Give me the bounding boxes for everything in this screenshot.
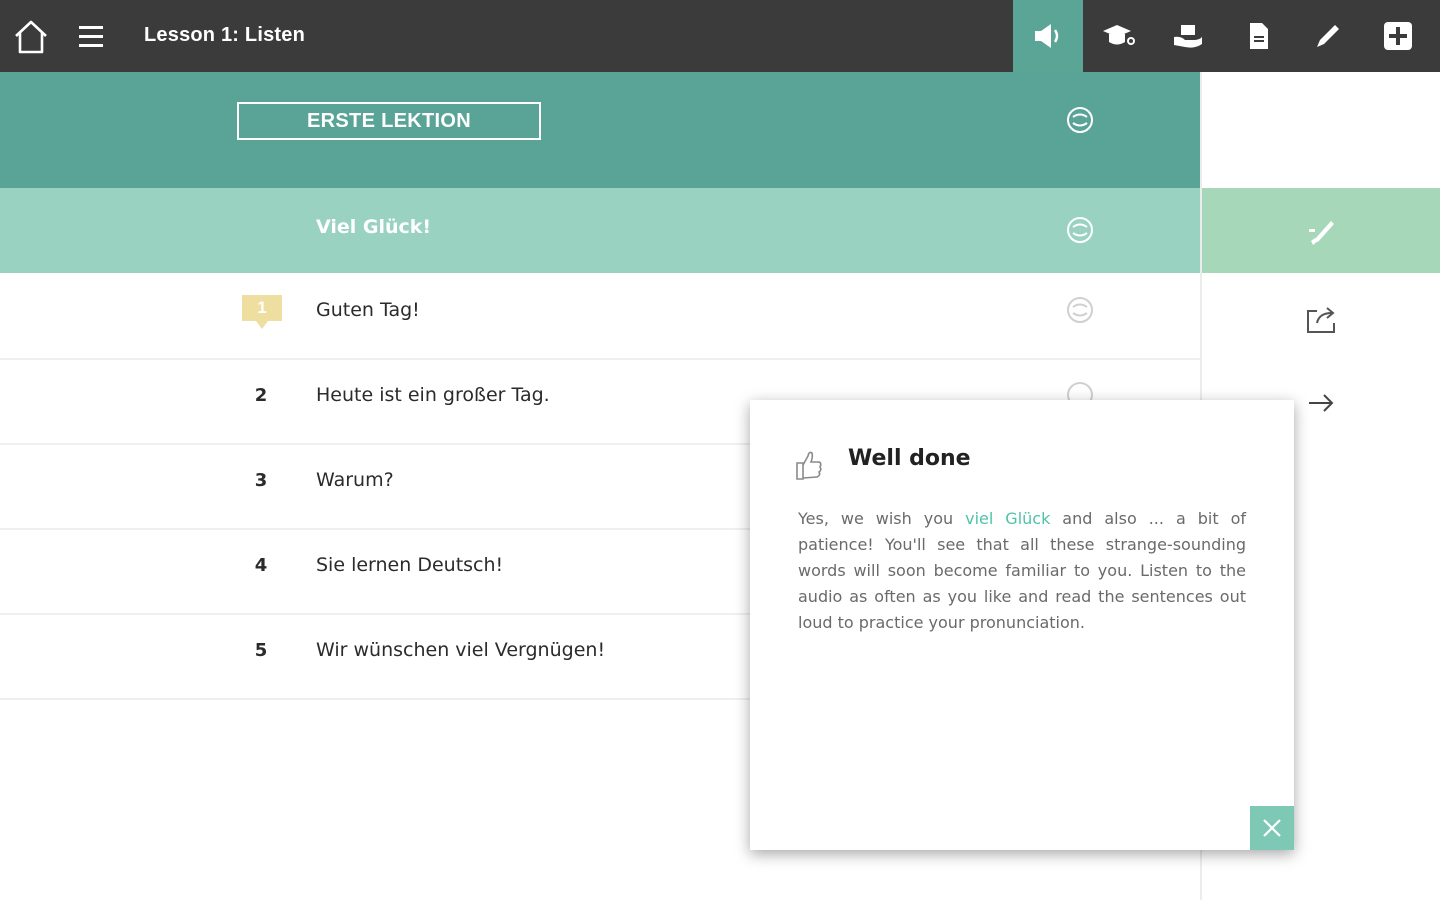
- hamburger-menu-icon[interactable]: [76, 22, 106, 52]
- plus-square-icon: [1384, 22, 1412, 50]
- audio-loop-icon[interactable]: [1064, 214, 1096, 246]
- graduation-cap-icon: [1103, 25, 1135, 45]
- course-button[interactable]: [1083, 0, 1153, 72]
- lesson-header: ERSTE LEKTION: [0, 72, 1200, 188]
- pencil-button[interactable]: [1293, 0, 1363, 72]
- sentence-text: Heute ist ein großer Tag.: [316, 384, 550, 406]
- sentence-row-highlighted[interactable]: Viel Glück!: [0, 188, 1200, 273]
- popup-message-text: Yes, we wish you: [798, 509, 966, 528]
- exercise-button[interactable]: [1153, 0, 1223, 72]
- speaker-button[interactable]: [1013, 0, 1083, 72]
- sentence-number: 2: [254, 385, 268, 406]
- thumbs-up-icon: [794, 448, 824, 482]
- sentence-text: Warum?: [316, 469, 394, 491]
- speaker-icon: [1035, 24, 1059, 48]
- sentence-number: 3: [254, 470, 268, 491]
- sentence-text: Viel Glück!: [316, 216, 432, 238]
- sentence-number: 4: [254, 555, 268, 576]
- audio-loop-icon[interactable]: [1064, 294, 1096, 326]
- document-button[interactable]: [1223, 0, 1293, 72]
- page-title: Lesson 1: Listen: [144, 24, 306, 46]
- sentence-text: Wir wünschen viel Vergnügen!: [316, 639, 606, 661]
- arrow-right-icon: [1309, 393, 1334, 412]
- pen-brush-icon: [1309, 220, 1334, 245]
- close-button[interactable]: [1250, 806, 1294, 850]
- document-icon: [1250, 23, 1268, 49]
- pencil-icon: [1317, 25, 1339, 47]
- lesson-title: ERSTE LEKTION: [237, 102, 541, 140]
- sentence-text: Guten Tag!: [316, 299, 420, 321]
- paint-mode-button[interactable]: [1202, 188, 1440, 273]
- home-icon[interactable]: [12, 18, 50, 56]
- audio-loop-icon[interactable]: [1064, 104, 1096, 136]
- add-button[interactable]: [1363, 0, 1433, 72]
- highlighted-phrase: viel Glück: [965, 509, 1051, 528]
- hand-holding-icon: [1174, 25, 1202, 48]
- top-bar: Lesson 1: Listen: [0, 0, 1440, 72]
- feedback-popup: Well done Yes, we wish you viel Glück an…: [750, 400, 1294, 850]
- close-icon: [1263, 819, 1281, 837]
- sentence-number: 5: [254, 640, 268, 661]
- share-export-icon: [1307, 306, 1335, 333]
- popup-title: Well done: [848, 446, 971, 471]
- share-button[interactable]: [1202, 276, 1440, 361]
- sentence-text: Sie lernen Deutsch!: [316, 554, 504, 576]
- sentence-number-badge: 1: [242, 295, 282, 329]
- popup-message: Yes, we wish you viel Glück and also ...…: [798, 506, 1246, 636]
- sentence-row[interactable]: 1 Guten Tag!: [0, 273, 1200, 360]
